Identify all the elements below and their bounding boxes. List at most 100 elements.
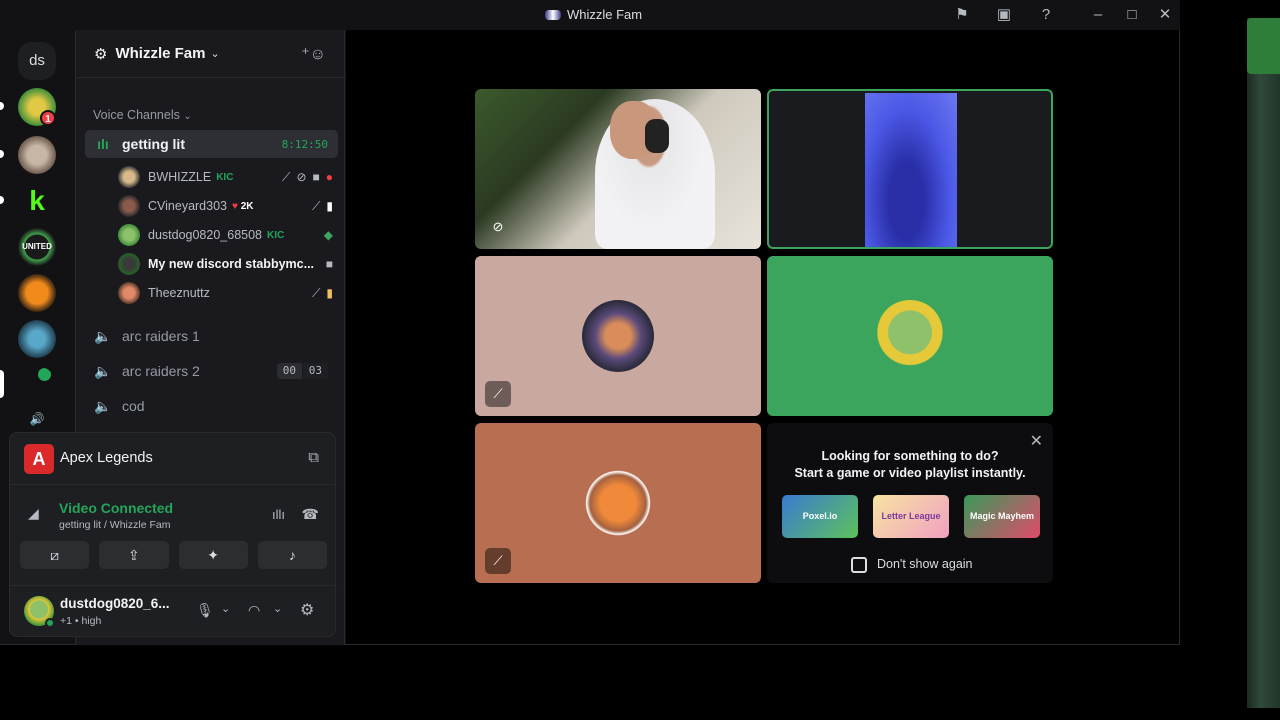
close-icon[interactable]: ✕ — [1030, 431, 1043, 451]
member-tag: KIC — [216, 171, 234, 183]
voice-member[interactable]: My new discord stabbymc... ■ — [118, 251, 333, 277]
avatar — [118, 224, 140, 246]
member-name: BWHIZZLE — [148, 170, 212, 184]
participant-video-headphones — [645, 119, 669, 153]
member-tag: ♥ 2K — [232, 200, 254, 212]
share-screen-button[interactable]: ⇪ — [99, 541, 169, 569]
member-name: dustdog0820_68508 — [148, 228, 263, 242]
voice-member[interactable]: dustdog0820_68508 KIC ◆ — [118, 222, 333, 248]
server-icon-6[interactable] — [18, 320, 56, 358]
user-status: +1 • high — [60, 615, 102, 627]
voice-member[interactable]: Theeznuttz ⟋ ▮ — [118, 280, 333, 306]
guild-name: Whizzle Fam — [115, 45, 206, 62]
connection-status[interactable]: Video Connected — [59, 500, 173, 516]
settings-gear-icon[interactable]: ⚙ — [300, 600, 314, 620]
server-icon-2[interactable] — [18, 136, 56, 174]
soundboard-button[interactable]: ♪ — [257, 541, 327, 569]
discord-window: Whizzle Fam ⚑ ▣ ? – □ ✕ ds 1 k UNITED 🔊 … — [0, 0, 1180, 645]
member-status-icons: ◆ — [324, 228, 333, 242]
close-window-icon[interactable]: ✕ — [1155, 5, 1175, 25]
window-title-text: Whizzle Fam — [567, 7, 643, 22]
speaker-icon: 🔈 — [94, 362, 112, 379]
participant-video — [865, 93, 957, 247]
dont-show-checkbox[interactable] — [851, 557, 867, 573]
screen-record-icon[interactable]: ▣ — [994, 5, 1014, 25]
chevron-down-icon: ⌄ — [210, 48, 220, 60]
channel-name: arc raiders 1 — [122, 328, 200, 344]
mic-muted-icon: ⟋ — [311, 285, 321, 300]
game-thumbnail[interactable]: Poxel.io — [782, 495, 858, 538]
video-tile-speaking[interactable] — [767, 89, 1053, 249]
minimize-icon[interactable]: – — [1088, 5, 1108, 25]
voice-channel-getting-lit[interactable]: ılı getting lit 8:12:50 — [85, 130, 338, 158]
server-icon-7[interactable] — [18, 366, 56, 404]
voice-member[interactable]: CVineyard303 ♥ 2K ⟋ ▮ — [118, 193, 333, 219]
server-icon-5[interactable] — [18, 274, 56, 312]
activities-promo: ✕ Looking for something to do? Start a g… — [767, 423, 1053, 583]
voice-member[interactable]: BWHIZZLE KIC ⟋ ⊘ ■ ● — [118, 164, 333, 190]
noise-suppression-icon[interactable]: ıllı — [272, 507, 285, 522]
united-server-icon[interactable]: UNITED — [18, 228, 56, 266]
user-name[interactable]: dustdog0820_6... — [60, 596, 170, 611]
avatar — [874, 300, 946, 372]
video-tile-avatar[interactable]: ⟋ — [475, 423, 761, 583]
member-status-icons: ⟋ ⊘ ■ ● — [282, 170, 333, 185]
deafened-icon: ⊘ — [492, 219, 504, 234]
voice-channel-cod[interactable]: 🔈 cod — [85, 392, 338, 420]
server-unread-pill-3 — [0, 196, 4, 204]
flag-icon[interactable]: ⚑ — [952, 5, 972, 25]
stream-game-icon[interactable]: ⧉ — [308, 449, 319, 466]
avatar — [118, 195, 140, 217]
speaker-icon: 🔈 — [94, 397, 112, 414]
voice-category-label: Voice Channels — [93, 108, 180, 122]
promo-subtitle: Start a game or video playlist instantly… — [794, 466, 1026, 480]
avatar — [118, 253, 140, 275]
voice-action-buttons: ⧄ ⇪ ✦ ♪ — [20, 541, 327, 569]
chevron-down-icon[interactable]: ⌄ — [273, 602, 282, 615]
game-thumbnail[interactable]: Magic Mayhem — [964, 495, 1040, 538]
game-thumbnail[interactable]: Letter League — [873, 495, 949, 538]
voice-active-icon: ılı — [97, 136, 109, 152]
voice-connection: ◢ Video Connected getting lit / Whizzle … — [10, 489, 337, 539]
mic-muted-icon: ⟋ — [485, 548, 511, 574]
activity-icon: ▮ — [326, 285, 333, 300]
window-title: Whizzle Fam — [545, 7, 642, 22]
video-tile-avatar[interactable] — [767, 256, 1053, 416]
activity-row[interactable]: A Apex Legends ⧉ — [10, 433, 337, 485]
kick-server-icon[interactable]: k — [18, 182, 56, 220]
server-ds[interactable]: ds — [18, 42, 56, 80]
microphone-icon[interactable]: 🎙 — [196, 602, 214, 619]
voice-channel-arc-raiders-1[interactable]: 🔈 arc raiders 1 — [85, 322, 338, 350]
voice-channel-arc-raiders-2[interactable]: 🔈 arc raiders 2 00 03 — [85, 357, 338, 385]
invite-people-icon[interactable]: ⁺☺ — [301, 44, 326, 64]
deafened-icon: ⊘ — [296, 169, 307, 184]
mention-badge: 1 — [40, 110, 56, 126]
video-stage: ⊘ ⟋ ⟋ ✕ Looking for something to do? Sta… — [346, 30, 1179, 644]
guild-header[interactable]: ⚙ Whizzle Fam ⌄ ⁺☺ — [76, 30, 346, 78]
member-tag: KIC — [267, 229, 285, 241]
voice-category-header[interactable]: Voice Channels ⌄ — [93, 108, 192, 122]
server-list: ds 1 k UNITED 🔊 — [0, 30, 74, 446]
video-tile-camera[interactable]: ⊘ — [475, 89, 761, 249]
chevron-down-icon[interactable]: ⌄ — [221, 602, 230, 615]
member-status-icons: ⟋ ▮ — [312, 286, 333, 301]
disconnect-icon[interactable]: ☎ — [302, 506, 319, 523]
camera-off-button[interactable]: ⧄ — [20, 541, 90, 569]
video-tile-avatar[interactable]: ⟋ — [475, 256, 761, 416]
channel-name: arc raiders 2 — [122, 363, 200, 379]
headphones-icon[interactable]: ◠ — [248, 602, 260, 619]
avatar — [582, 467, 654, 539]
connection-detail[interactable]: getting lit / Whizzle Fam — [59, 519, 170, 531]
member-name: Theeznuttz — [148, 286, 210, 300]
maximize-icon[interactable]: □ — [1122, 5, 1142, 25]
help-icon[interactable]: ? — [1036, 5, 1056, 25]
dont-show-label[interactable]: Don't show again — [877, 557, 973, 571]
activities-button[interactable]: ✦ — [178, 541, 248, 569]
server-logo-icon — [545, 9, 561, 20]
user-count: 00 — [276, 363, 302, 379]
activity-icon: ▮ — [326, 198, 333, 213]
activity-icon: ● — [325, 169, 333, 184]
title-bar: Whizzle Fam ⚑ ▣ ? – □ ✕ — [0, 0, 1180, 30]
video-icon: ■ — [325, 257, 333, 271]
promo-title: Looking for something to do? — [821, 449, 999, 463]
